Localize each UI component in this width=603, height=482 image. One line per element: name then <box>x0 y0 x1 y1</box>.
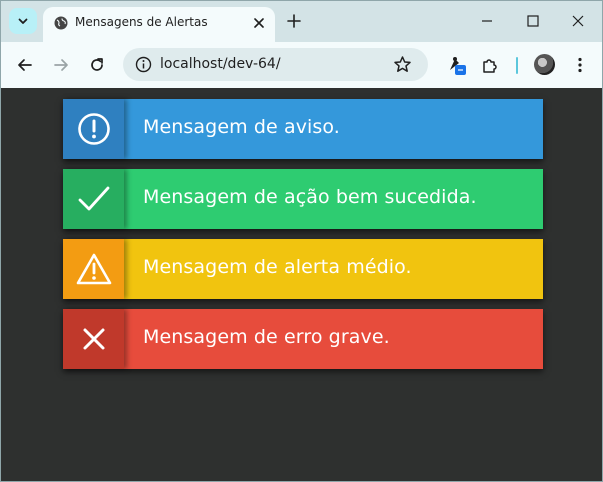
page-content: Mensagem de aviso. Mensagem de ação bem … <box>1 88 602 481</box>
bookmark-star-icon[interactable] <box>393 55 412 74</box>
alert-icon-box <box>63 169 124 229</box>
alert-message: Mensagem de ação bem sucedida. <box>143 186 477 208</box>
forward-arrow-icon[interactable] <box>52 56 70 74</box>
alert-success: Mensagem de ação bem sucedida. <box>63 169 543 229</box>
alert-message: Mensagem de erro grave. <box>143 326 390 348</box>
window-close-icon[interactable] <box>570 13 586 29</box>
maximize-icon[interactable] <box>525 13 541 29</box>
address-bar[interactable]: localhost/dev-64/ <box>123 48 428 81</box>
reload-icon[interactable] <box>88 56 106 74</box>
tab-close-icon[interactable] <box>251 15 267 31</box>
alert-error: Mensagem de erro grave. <box>63 309 543 369</box>
back-arrow-icon[interactable] <box>16 56 34 74</box>
tab-strip: Mensagens de Alertas <box>1 1 602 42</box>
url-text[interactable]: localhost/dev-64/ <box>160 56 281 72</box>
close-x-icon <box>83 328 104 350</box>
alert-icon-box <box>63 239 124 299</box>
alert-icon-box <box>63 99 124 159</box>
alert-warning: Mensagem de alerta médio. <box>63 239 543 299</box>
alert-message: Mensagem de aviso. <box>143 116 340 138</box>
tab-search-button[interactable] <box>9 8 37 34</box>
exclamation-circle-icon <box>77 113 110 145</box>
chevron-down-icon <box>18 18 28 24</box>
alert-info: Mensagem de aviso. <box>63 99 543 159</box>
toolbar: localhost/dev-64/ <box>1 42 602 88</box>
tab-active[interactable]: Mensagens de Alertas <box>43 7 275 42</box>
toolbar-separator <box>516 57 518 74</box>
profile-avatar[interactable] <box>534 54 555 75</box>
browser-window: Mensagens de Alertas localhost/dev-64/ M… <box>0 0 603 482</box>
extensions-puzzle-icon[interactable] <box>481 56 499 74</box>
minimize-icon[interactable] <box>479 13 495 29</box>
extension-pen-icon[interactable] <box>446 54 468 76</box>
more-menu-icon[interactable] <box>571 56 589 74</box>
globe-icon <box>54 16 68 30</box>
alert-message: Mensagem de alerta médio. <box>143 256 412 278</box>
warning-triangle-icon <box>76 253 111 285</box>
site-info-icon[interactable] <box>135 56 152 73</box>
checkmark-icon <box>78 186 109 211</box>
tab-title: Mensagens de Alertas <box>75 15 208 29</box>
new-tab-icon[interactable] <box>286 13 302 29</box>
alert-icon-box <box>63 309 124 369</box>
